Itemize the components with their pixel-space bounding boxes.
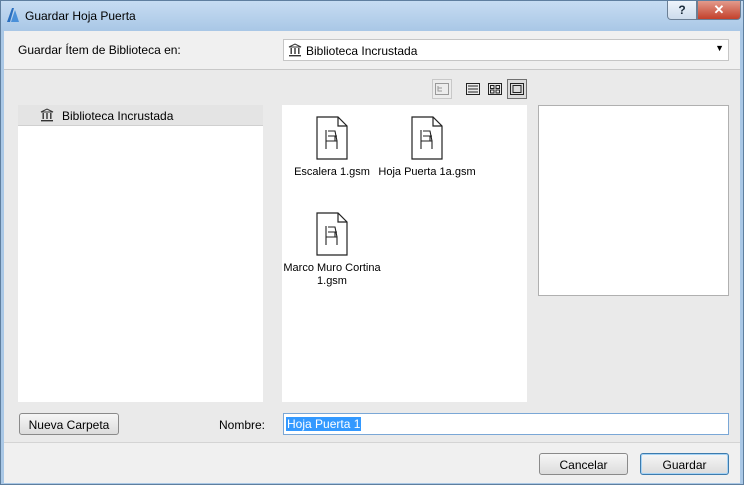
large-icons-view-button[interactable] [507,79,527,99]
save-location-value: Biblioteca Incrustada [306,44,418,58]
browser-area: Biblioteca Incrustada Escalera 1.gsm Hoj… [4,70,740,442]
save-location-row: Guardar Ítem de Biblioteca en: Bibliotec… [4,31,740,70]
dialog-footer: Cancelar Guardar [4,442,740,483]
window-title: Guardar Hoja Puerta [25,9,136,23]
tree-view-button[interactable] [432,79,452,99]
chevron-down-icon[interactable]: ▼ [715,43,724,53]
library-icon [288,43,302,57]
large-icons-view-icon [510,83,524,95]
preview-pane [538,105,729,296]
chair-file-icon [411,116,443,160]
name-field-value: Hoja Puerta 1 [286,417,362,431]
save-location-dropdown[interactable]: Biblioteca Incrustada ▼ [283,39,729,61]
file-list-pane: Escalera 1.gsm Hoja Puerta 1a.gsm Marco … [282,105,527,402]
sidebar-item-biblioteca-incrustada[interactable]: Biblioteca Incrustada [18,105,263,126]
file-item[interactable]: Hoja Puerta 1a.gsm [377,115,477,179]
file-name: Escalera 1.gsm [294,166,370,178]
file-item[interactable]: Marco Muro Cortina 1.gsm [282,211,382,288]
library-icon [40,108,54,122]
chair-file-icon [316,212,348,256]
list-view-icon [466,83,480,95]
save-dialog-window: Guardar Hoja Puerta ? ✕ Guardar Ítem de … [0,0,744,485]
title-bar[interactable]: Guardar Hoja Puerta ? ✕ [1,1,743,31]
close-button[interactable]: ✕ [697,1,741,20]
name-label: Nombre: [219,418,266,432]
list-view-button[interactable] [463,79,483,99]
archicad-app-icon [7,8,19,22]
file-item[interactable]: Escalera 1.gsm [282,115,382,179]
library-sidebar: Biblioteca Incrustada [18,105,263,402]
help-button[interactable]: ? [667,1,697,20]
dialog-client-area: Guardar Ítem de Biblioteca en: Bibliotec… [4,31,740,483]
cancel-button[interactable]: Cancelar [539,453,628,475]
small-icons-view-button[interactable] [485,79,505,99]
tree-view-icon [435,83,449,95]
name-field[interactable]: Hoja Puerta 1 [283,413,729,435]
file-name: Marco Muro Cortina 1.gsm [283,262,381,287]
file-name: Hoja Puerta 1a.gsm [378,166,476,178]
new-folder-button[interactable]: Nueva Carpeta [19,413,119,435]
small-icons-view-icon [488,83,502,95]
save-button[interactable]: Guardar [640,453,729,475]
save-in-label: Guardar Ítem de Biblioteca en: [18,43,181,57]
chair-file-icon [316,116,348,160]
sidebar-item-label: Biblioteca Incrustada [62,109,174,123]
